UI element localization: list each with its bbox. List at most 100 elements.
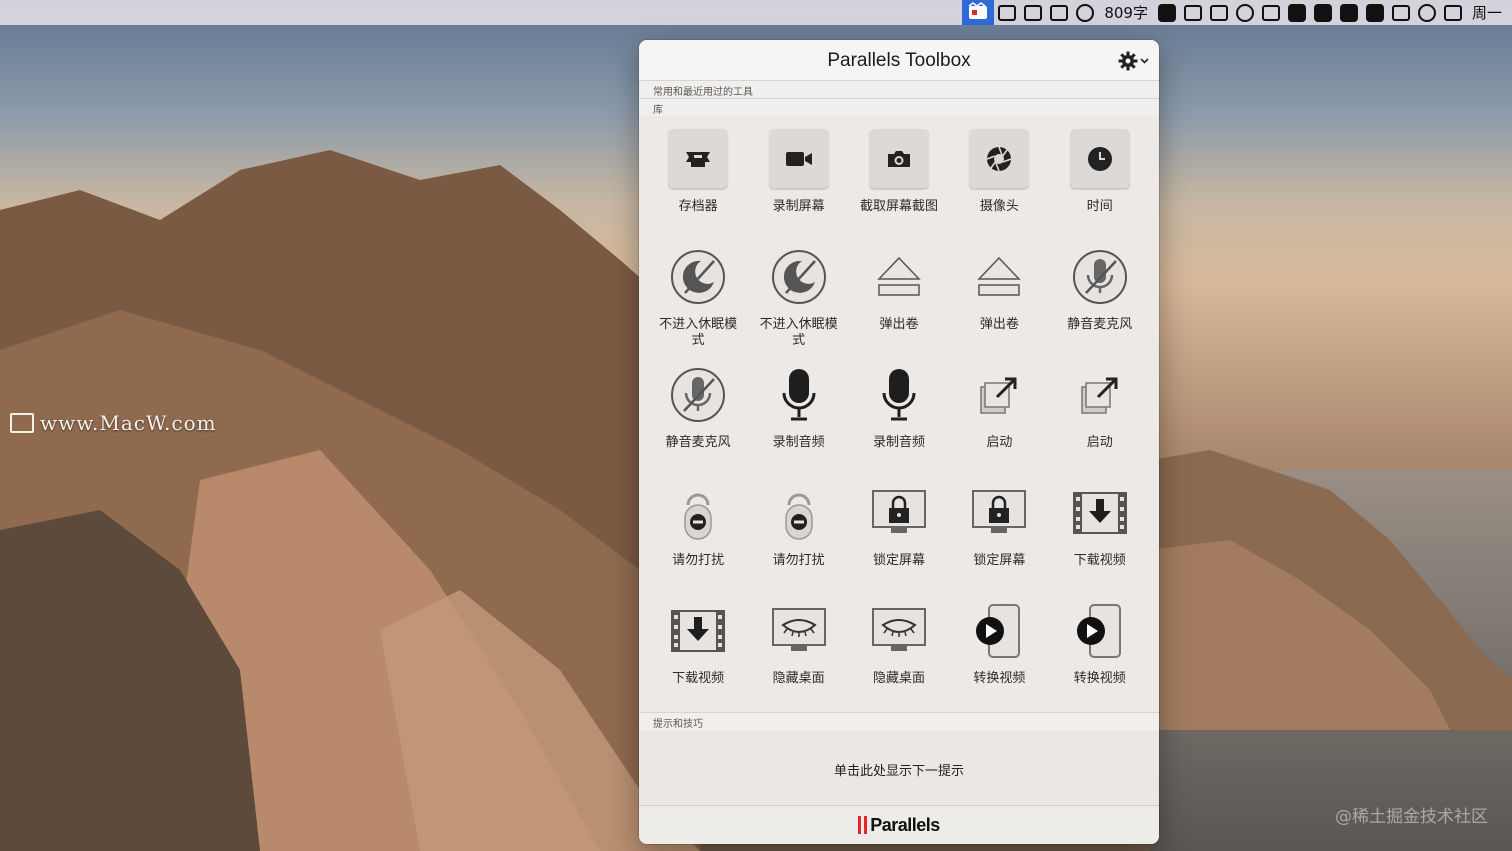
tool-item[interactable]: 时间 <box>1050 126 1150 244</box>
tool-item[interactable]: 隐藏桌面 <box>849 598 949 716</box>
parallels-logo[interactable]: Parallels <box>858 815 940 836</box>
tool-label: 隐藏桌面 <box>772 671 825 686</box>
launch-icon <box>1070 365 1130 425</box>
tool-label: 存档器 <box>678 199 718 214</box>
tool-label: 时间 <box>1086 199 1113 214</box>
tool-label: 截取屏幕截图 <box>859 199 938 214</box>
tool-item[interactable]: 录制音频 <box>849 362 949 480</box>
onepassword-menu-icon-glyph <box>1076 3 1095 22</box>
word-count-menu-item[interactable]: 809字 <box>1098 0 1154 25</box>
clock-icon <box>1069 129 1130 189</box>
tool-item[interactable]: 静音麦克风 <box>1050 244 1150 362</box>
lock-screen-icon <box>969 483 1029 543</box>
tool-item[interactable]: 下载视频 <box>1050 480 1150 598</box>
s-app-menu-icon[interactable] <box>1206 0 1232 25</box>
tool-label: 启动 <box>986 435 1013 450</box>
wechat-menu-icon[interactable] <box>1232 0 1258 25</box>
site-watermark: www.MacW.com <box>10 411 217 435</box>
panel-title: Parallels Toolbox <box>827 50 971 71</box>
tips-section-label: 提示和技巧 <box>653 719 703 730</box>
gear-icon <box>1118 51 1137 71</box>
tool-label: 下载视频 <box>1073 553 1126 568</box>
parallels-toolbox-menu-icon[interactable] <box>962 0 995 25</box>
tool-item[interactable]: 不进入休眠模式 <box>748 244 848 362</box>
recent-section-label: 常用和最近用过的工具 <box>653 87 753 98</box>
eject-icon <box>869 247 929 307</box>
face-menu-icon-glyph <box>1287 3 1306 22</box>
tool-item[interactable]: 截取屏幕截图 <box>849 126 949 244</box>
parallels-toolbox-panel: Parallels Toolbox 常用和最近用过的工具 库 存档器 录制屏幕 截取… <box>639 40 1159 844</box>
aperture-icon <box>969 129 1030 189</box>
tool-item[interactable]: 锁定屏幕 <box>849 480 949 598</box>
tool-item[interactable]: 请勿打扰 <box>648 480 748 598</box>
download-video-icon <box>668 601 728 661</box>
hide-desktop-icon <box>769 601 829 661</box>
sync-menu-icon-glyph <box>1365 3 1384 22</box>
window-menu-icon-glyph <box>1261 4 1280 21</box>
library-section-label: 库 <box>653 105 663 116</box>
parallels-brand-name: Parallels <box>870 814 940 835</box>
tool-item[interactable]: 静音麦克风 <box>648 362 748 480</box>
tool-item[interactable]: 录制屏幕 <box>748 126 848 244</box>
island-illustration <box>1150 450 1512 730</box>
tool-label: 启动 <box>1086 435 1113 450</box>
tool-grid: 存档器 录制屏幕 截取屏幕截图 摄像头 时间 不进入休眠模式 不进入休眠模式 弹出卷 弹出卷 静音… <box>648 126 1150 712</box>
tool-label: 静音麦克风 <box>665 435 731 450</box>
tool-item[interactable]: 启动 <box>1050 362 1150 480</box>
time-machine-menu-icon-glyph <box>1417 3 1436 22</box>
tool-label: 弹出卷 <box>879 317 919 332</box>
window-menu-icon[interactable] <box>1258 0 1284 25</box>
wifi-menu-icon[interactable] <box>1388 0 1414 25</box>
tool-item[interactable]: 锁定屏幕 <box>949 480 1049 598</box>
hand-menu-icon[interactable] <box>1020 0 1046 25</box>
download-video-icon <box>1070 483 1130 543</box>
convert-video-icon <box>1070 601 1130 661</box>
tool-item[interactable]: 启动 <box>949 362 1049 480</box>
recent-section-bar: 常用和最近用过的工具 <box>639 80 1159 98</box>
lock-screen-icon <box>869 483 929 543</box>
microphone-menu-icon[interactable] <box>1310 0 1336 25</box>
p-app-menu-icon-glyph <box>1183 4 1202 21</box>
tool-item[interactable]: 录制音频 <box>748 362 848 480</box>
settings-button[interactable] <box>1115 50 1151 72</box>
next-tip-link[interactable]: 单击此处显示下一提示 <box>639 760 1159 779</box>
library-section-bar: 库 <box>639 98 1159 116</box>
tool-item[interactable]: 弹出卷 <box>849 244 949 362</box>
tool-item[interactable]: 下载视频 <box>648 598 748 716</box>
tool-label: 转换视频 <box>1073 671 1126 686</box>
onepassword-menu-icon[interactable] <box>1072 0 1098 25</box>
panel-footer: Parallels <box>639 805 1159 844</box>
tool-label: 隐藏桌面 <box>872 671 925 686</box>
tool-item[interactable]: 存档器 <box>648 126 748 244</box>
send-menu-icon[interactable] <box>1046 0 1072 25</box>
word-count-menu-item-label: 809字 <box>1104 4 1148 22</box>
no-sleep-icon <box>769 247 829 307</box>
tool-label: 静音麦克风 <box>1067 317 1133 332</box>
clock-menu-item[interactable]: 周一 <box>1466 0 1508 25</box>
tool-label: 摄像头 <box>979 199 1019 214</box>
tool-item[interactable]: 隐藏桌面 <box>748 598 848 716</box>
grid-menu-icon[interactable] <box>1336 0 1362 25</box>
tool-label: 请勿打扰 <box>672 553 725 568</box>
watermark-logo-icon <box>10 413 34 433</box>
tool-item[interactable]: 转换视频 <box>1050 598 1150 716</box>
v-app-menu-icon[interactable] <box>1154 0 1180 25</box>
tool-item[interactable]: 摄像头 <box>949 126 1049 244</box>
parallels-bars-icon <box>858 816 868 834</box>
tool-item[interactable]: 请勿打扰 <box>748 480 848 598</box>
p-app-menu-icon[interactable] <box>1180 0 1206 25</box>
microphone-icon <box>769 365 829 425</box>
sync-menu-icon[interactable] <box>1362 0 1388 25</box>
tool-label: 请勿打扰 <box>772 553 825 568</box>
tool-item[interactable]: 转换视频 <box>949 598 1049 716</box>
tool-label: 录制音频 <box>772 435 825 450</box>
bluetooth-menu-icon[interactable] <box>1440 0 1466 25</box>
tool-item[interactable]: 弹出卷 <box>949 244 1049 362</box>
face-menu-icon[interactable] <box>1284 0 1310 25</box>
tool-item[interactable]: 不进入休眠模式 <box>648 244 748 362</box>
microphone-icon <box>869 365 929 425</box>
wechat-menu-icon-glyph <box>1235 3 1254 22</box>
video-camera-menu-icon[interactable] <box>994 0 1020 25</box>
v-app-menu-icon-glyph <box>1157 3 1176 22</box>
time-machine-menu-icon[interactable] <box>1414 0 1440 25</box>
